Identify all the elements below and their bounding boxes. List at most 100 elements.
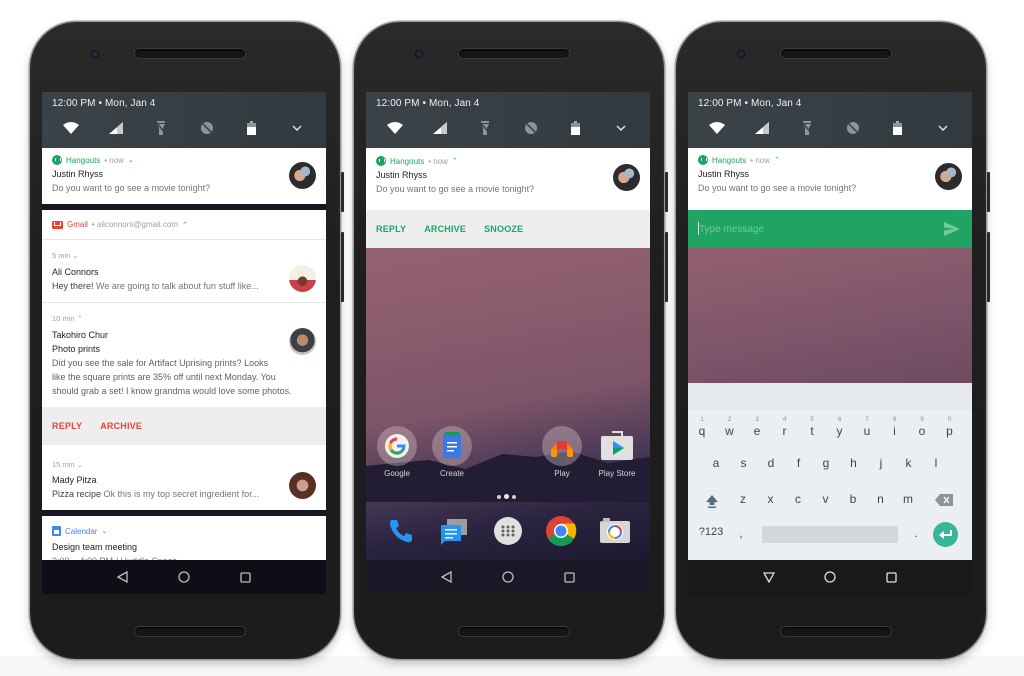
key-d[interactable]: d xyxy=(760,456,782,470)
top-speaker xyxy=(781,49,891,58)
avatar xyxy=(289,328,316,355)
email-body-line: should grab a set! I know grandma would … xyxy=(52,386,292,396)
app-drawer-icon[interactable] xyxy=(491,514,525,548)
key-l[interactable]: l xyxy=(925,456,947,470)
reply-button[interactable]: REPLY xyxy=(52,421,82,431)
enter-key[interactable] xyxy=(933,522,958,547)
wifi-icon[interactable] xyxy=(62,119,80,137)
key-p[interactable]: 0p xyxy=(939,416,961,438)
expand-chevron-icon[interactable] xyxy=(934,119,952,137)
send-icon[interactable] xyxy=(944,222,960,241)
key-s[interactable]: s xyxy=(733,456,755,470)
notification-title: Justin Rhyss xyxy=(376,170,428,180)
collapse-chevron-icon[interactable]: ⌃ xyxy=(182,221,188,229)
key-z[interactable]: z xyxy=(732,492,754,506)
key-b[interactable]: b xyxy=(842,492,864,506)
key-i[interactable]: 8i xyxy=(884,416,906,438)
expand-chevron-icon[interactable]: ⌄ xyxy=(128,156,134,164)
app-name: Calendar xyxy=(65,526,98,536)
key-c[interactable]: c xyxy=(787,492,809,506)
do-not-disturb-off-icon[interactable] xyxy=(522,119,540,137)
app-create[interactable]: Create xyxy=(425,426,479,478)
chrome-icon[interactable] xyxy=(544,514,578,548)
phone-icon[interactable] xyxy=(384,514,418,548)
wifi-icon[interactable] xyxy=(386,119,404,137)
divider xyxy=(42,239,326,240)
flashlight-off-icon[interactable] xyxy=(152,119,170,137)
collapse-chevron-icon[interactable]: ⌃ xyxy=(774,156,780,164)
signal-icon[interactable] xyxy=(431,119,449,137)
key-m[interactable]: m xyxy=(897,492,919,506)
notification-meta: • now xyxy=(750,155,770,165)
hangouts-notification[interactable]: Hangouts • now ⌃ Justin Rhyss Do you wan… xyxy=(688,148,972,210)
key-x[interactable]: x xyxy=(760,492,782,506)
expand-chevron-icon[interactable] xyxy=(612,119,630,137)
archive-button[interactable]: ARCHIVE xyxy=(424,224,466,234)
power-button xyxy=(665,172,668,212)
quick-settings: 12:00 PM • Mon, Jan 4 xyxy=(366,92,650,148)
expand-chevron-icon[interactable]: ⌄ xyxy=(101,527,107,535)
gmail-notification[interactable]: Gmail • aliconnors@gmail.com ⌃ 5 min ⌄ A… xyxy=(42,210,326,510)
navigation-bar xyxy=(366,560,650,594)
phone-inline-reply: 12:00 PM • Mon, Jan 4 Hangouts • now ⌃ J… xyxy=(676,22,990,659)
reply-message-input[interactable] xyxy=(699,219,919,239)
camera-icon[interactable] xyxy=(598,514,632,548)
space-bar[interactable] xyxy=(762,526,898,543)
key-u[interactable]: 7u xyxy=(856,416,878,438)
archive-button[interactable]: ARCHIVE xyxy=(100,421,142,431)
email-time: 10 min ⌃ xyxy=(52,314,83,323)
collapse-chevron-icon[interactable]: ⌃ xyxy=(452,157,458,165)
snooze-button[interactable]: SNOOZE xyxy=(484,224,523,234)
flashlight-off-icon[interactable] xyxy=(798,119,816,137)
back-icon[interactable] xyxy=(116,570,130,584)
home-icon[interactable] xyxy=(501,570,515,584)
app-play[interactable]: Play xyxy=(535,426,589,478)
key-n[interactable]: n xyxy=(870,492,892,506)
key-a[interactable]: a xyxy=(705,456,727,470)
key-label: y xyxy=(836,424,843,438)
signal-icon[interactable] xyxy=(107,119,125,137)
email-subject: Pizza recipe xyxy=(52,489,102,499)
key-q[interactable]: 1q xyxy=(691,416,713,438)
key-j[interactable]: j xyxy=(870,456,892,470)
key-t[interactable]: 5t xyxy=(801,416,823,438)
recents-icon[interactable] xyxy=(562,570,576,584)
key-h[interactable]: h xyxy=(843,456,865,470)
period-key[interactable]: . xyxy=(905,526,927,540)
background-floor xyxy=(0,656,1024,676)
key-v[interactable]: v xyxy=(815,492,837,506)
messenger-icon[interactable] xyxy=(437,514,471,548)
hangouts-notification[interactable]: Hangouts • now ⌄ Justin Rhyss Do you wan… xyxy=(42,148,326,204)
key-r[interactable]: 4r xyxy=(774,416,796,438)
backspace-key[interactable] xyxy=(933,494,955,509)
expand-chevron-icon[interactable] xyxy=(288,119,306,137)
shift-key[interactable] xyxy=(701,494,723,511)
home-icon[interactable] xyxy=(823,570,837,584)
key-e[interactable]: 3e xyxy=(746,416,768,438)
back-down-icon[interactable] xyxy=(762,570,776,584)
battery-icon[interactable] xyxy=(243,119,261,137)
back-icon[interactable] xyxy=(440,570,454,584)
battery-icon[interactable] xyxy=(889,119,907,137)
battery-icon[interactable] xyxy=(567,119,585,137)
key-y[interactable]: 6y xyxy=(829,416,851,438)
recents-icon[interactable] xyxy=(238,570,252,584)
comma-key[interactable]: , xyxy=(730,526,752,540)
key-o[interactable]: 9o xyxy=(911,416,933,438)
home-icon[interactable] xyxy=(177,570,191,584)
do-not-disturb-off-icon[interactable] xyxy=(844,119,862,137)
key-w[interactable]: 2w xyxy=(719,416,741,438)
app-google[interactable]: Google xyxy=(370,426,424,478)
recents-icon[interactable] xyxy=(884,570,898,584)
app-play-store[interactable]: Play Store xyxy=(590,426,644,478)
key-g[interactable]: g xyxy=(815,456,837,470)
key-f[interactable]: f xyxy=(788,456,810,470)
symbols-key[interactable]: ?123 xyxy=(694,526,728,538)
reply-button[interactable]: REPLY xyxy=(376,224,406,234)
flashlight-off-icon[interactable] xyxy=(476,119,494,137)
wifi-icon[interactable] xyxy=(708,119,726,137)
signal-icon[interactable] xyxy=(753,119,771,137)
do-not-disturb-off-icon[interactable] xyxy=(198,119,216,137)
key-k[interactable]: k xyxy=(898,456,920,470)
hangouts-notification[interactable]: Hangouts • now ⌃ Justin Rhyss Do you wan… xyxy=(366,148,650,248)
